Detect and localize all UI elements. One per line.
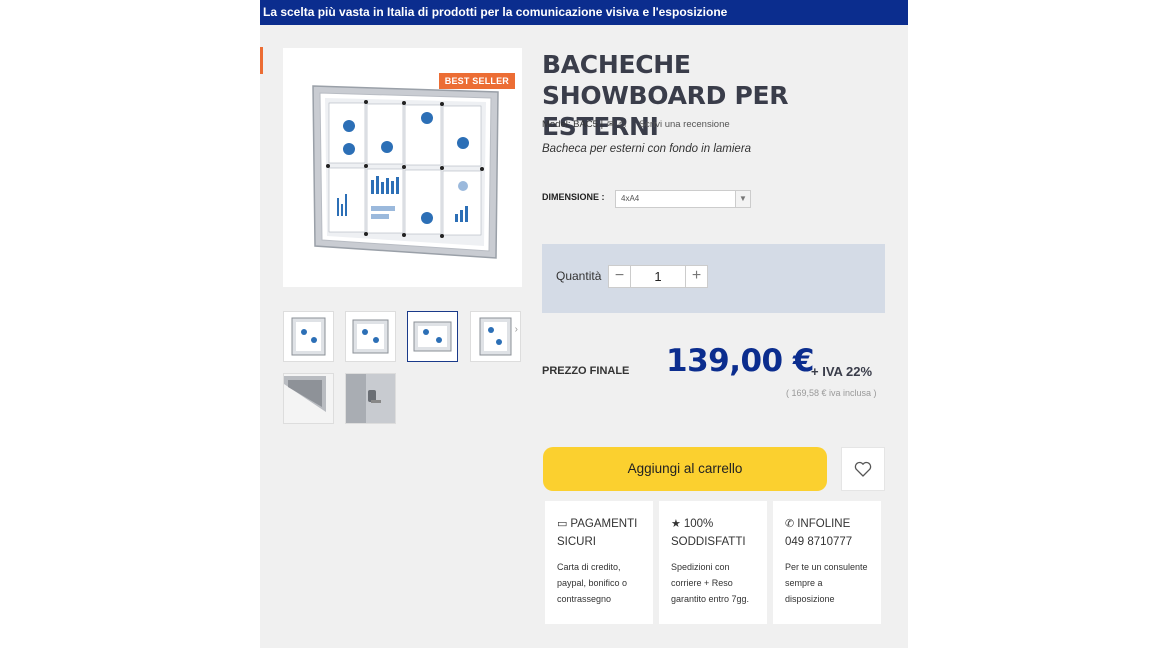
print-icon[interactable]: ⎙ (619, 119, 626, 130)
product-page: BEST SELLER › BACHECHE SHOWBOARD PER EST… (260, 25, 908, 648)
price-vat-included: ( 169,58 € iva inclusa ) (786, 388, 877, 398)
quantity-input[interactable]: 1 (631, 265, 685, 288)
info-box-satisfaction: ★ 100% SODDISFATTI Spedizioni con corrier… (659, 501, 767, 624)
info-title: ✆ INFOLINE 049 8710777 (785, 515, 870, 551)
thumbnail-2[interactable] (345, 311, 396, 362)
mail-icon[interactable]: ✉ (607, 119, 615, 130)
info-box-payments: ▭ PAGAMENTI SICURI Carta di credito, payp… (545, 501, 653, 624)
quantity-increase-button[interactable]: + (685, 265, 708, 288)
thumbnail-image (352, 319, 389, 354)
dimension-label: DIMENSIONE : (542, 192, 605, 202)
star-icon: ★ (671, 518, 681, 530)
thumbnail-image (346, 374, 395, 423)
info-box-infoline: ✆ INFOLINE 049 8710777 Per te un consulen… (773, 501, 881, 624)
price-value: 139,00 € (666, 343, 815, 379)
wishlist-button[interactable] (841, 447, 885, 491)
quantity-decrease-button[interactable]: − (608, 265, 631, 288)
chevron-right-icon[interactable]: › (515, 324, 518, 335)
phone-icon: ✆ (785, 518, 795, 530)
main-product-image[interactable]: BEST SELLER (283, 48, 522, 287)
thumbnail-image (291, 317, 326, 356)
model-row: Model: BAC5 | ✉ ⎙ Scrivi una recensione (542, 119, 730, 130)
info-text: Carta di credito, paypal, bonifico o con… (557, 562, 628, 604)
best-seller-badge: BEST SELLER (438, 73, 515, 89)
info-title: ★ 100% SODDISFATTI (671, 515, 756, 551)
write-review-link[interactable]: Scrivi una recensione (639, 119, 730, 130)
quantity-panel: Quantità − 1 + (542, 244, 885, 313)
heart-icon (854, 461, 872, 477)
info-text: Spedizioni con corriere + Reso garantito… (671, 562, 750, 604)
thumbnail-5[interactable] (283, 373, 334, 424)
dimension-value: 4xA4 (621, 194, 640, 203)
thumbnail-image (479, 317, 512, 356)
thumbnail-image (413, 321, 452, 352)
quantity-label: Quantità (556, 269, 602, 283)
info-title: ▭ PAGAMENTI SICURI (557, 515, 642, 551)
info-text: Per te un consulente sempre a disposizio… (785, 562, 868, 604)
product-subtitle: Bacheca per esterni con fondo in lamiera (542, 143, 752, 155)
model-code: Model: BAC5 | (542, 119, 604, 130)
credit-card-icon: ▭ (557, 518, 568, 530)
thumbnail-3-selected[interactable] (407, 311, 458, 362)
accent-mark (260, 47, 263, 74)
thumbnail-6[interactable] (345, 373, 396, 424)
dimension-select[interactable]: 4xA4 ▼ (615, 190, 751, 208)
final-price-label: PREZZO FINALE (542, 365, 630, 377)
add-to-cart-button[interactable]: Aggiungi al carrello (543, 447, 827, 491)
top-banner: La scelta più vasta in Italia di prodott… (260, 0, 908, 25)
thumbnail-1[interactable] (283, 311, 334, 362)
vat-label: + IVA 22% (811, 364, 873, 379)
thumbnail-4[interactable]: › (470, 311, 521, 362)
thumbnail-image (284, 374, 333, 423)
chevron-down-icon: ▼ (735, 191, 750, 207)
